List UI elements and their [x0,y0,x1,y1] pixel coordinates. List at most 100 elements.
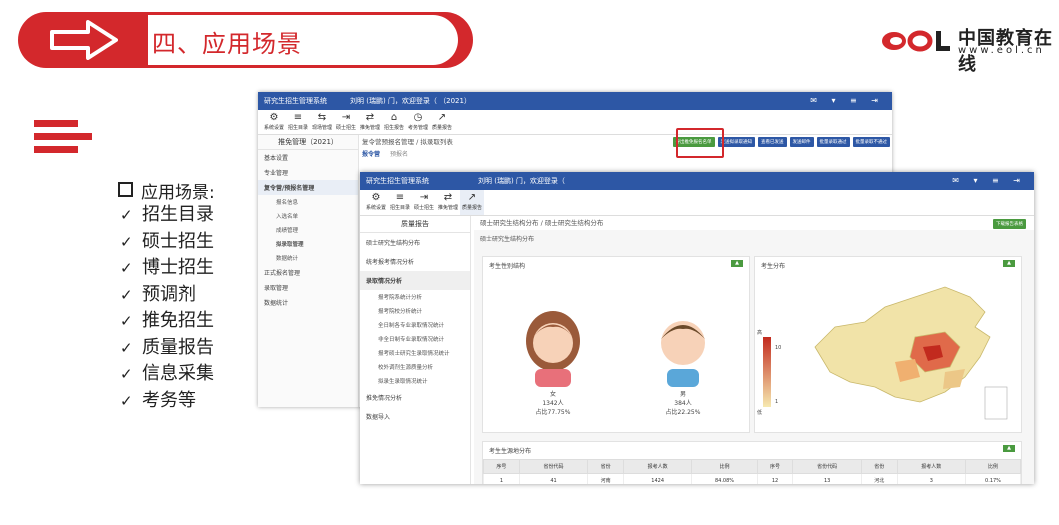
download-icon[interactable]: ▲ [731,260,743,267]
topbar-icons[interactable]: ✉ ▾ ≡ ⇥ [952,172,1026,190]
female-ratio: 占比77.75% [535,409,571,416]
download-icon[interactable]: ▲ [1003,260,1015,267]
china-map [814,286,1008,420]
sidebar-item[interactable]: 复令营/预报名管理 [258,180,358,195]
sidebar-item[interactable]: 基本设置 [258,150,358,165]
sidebar-subitem[interactable]: 非全日制专业录取情况统计 [360,332,470,346]
toolbar: ⚙ 系统设置 ≡ 招生目录 ⇆ 现场管理 ⇥ 硕士招生 ⇄ 推免管理 ⌂ 招生报告 ◷ 考务管… [258,110,892,135]
app-topbar: 研究生招生管理系统 刘明 (瑞鹏) 门，欢迎登录（ （2021） ✉ ▾ ≡ ⇥ [258,92,892,110]
toolbar-item[interactable]: ⇥ 硕士招生 [334,110,358,134]
legend-high: 高 [757,330,763,336]
send-email-button[interactable]: 发送邮件 [789,137,814,147]
sidebar-subitem[interactable]: 入选名单 [258,209,358,223]
main-content: 硕士研究生结构分布 / 硕士研究生结构分布 下载报告表格 硕士研究生结构分布 考… [474,216,1034,484]
sidebar-item[interactable]: 统考报考情况分析 [360,252,470,271]
list-item: ✓ 推免招生 [120,308,214,335]
check-icon: ✓ [120,285,133,304]
sidebar-item[interactable]: 数据统计 [258,295,358,310]
male-label: 男 [679,391,686,398]
check-icon: ✓ [120,312,133,330]
list-item: ✓ 考务等 [120,388,214,415]
sidebar-item[interactable]: 正式报名管理 [258,265,358,280]
view-sent-button[interactable]: 查看已发送 [758,137,787,147]
sidebar-subitem[interactable]: 拟录生录取情况统计 [360,374,470,388]
tab-pre[interactable]: 预报名 [390,149,408,161]
sidebar-item[interactable]: 录取管理 [258,280,358,295]
table-row: 1 41 河南 1424 84.08% 12 13 河北 3 0.17% [483,473,1022,484]
toolbar-item[interactable]: ⌂ 招生报告 [382,110,406,134]
girl-avatar-icon [526,311,580,387]
toolbar-item[interactable]: ⇆ 现场管理 [310,110,334,134]
legend-low: 1 [775,399,779,405]
tab-camp[interactable]: 报令营 [362,149,380,161]
scene-heading: 应用场景: [118,178,215,203]
main-content: 复令营预报名管理 / 拟录取列表 报令营 预报名 导出推免报名名单 发送拟录取通… [362,135,892,161]
table-header-row: 序号 省份代码 省份 报考人数 比例 序号 省份代码 省份 报考人数 比例 [483,459,1022,474]
table-title: 考生生源地分布 [489,448,532,455]
origin-table-panel: 考生生源地分布 ▲ 序号 省份代码 省份 报考人数 比例 序号 省份代码 省份 … [482,441,1022,484]
toolbar-item[interactable]: ↗ 质量报告 [430,110,454,134]
check-icon: ✓ [120,232,133,251]
toolbar-item[interactable]: ⇥ 硕士招生 [412,190,436,215]
app-title: 研究生招生管理系统 [366,177,429,185]
highlight-box [676,128,724,158]
eol-logo-icon [882,30,950,52]
list-item: ✓ 硕士招生 [120,229,214,256]
list-item: ✓ 博士招生 [120,255,214,282]
legend-mid: 10 [775,345,782,351]
sidebar-subitem[interactable]: 数据统计 [258,251,358,265]
tab-bar: 报令营 预报名 [362,149,892,161]
legend-low-label: 低 [757,410,763,416]
section-title: 硕士研究生结构分布 [480,236,535,243]
user-greeting: 刘明 (瑞鹏) 门，欢迎登录（ （2021） [350,97,471,105]
topbar-icons[interactable]: ✉ ▾ ≡ ⇥ [810,92,884,110]
sidebar-item[interactable]: 专业管理 [258,165,358,180]
list-item: ✓ 信息采集 [120,361,214,388]
sidebar-subitem[interactable]: 校外调剂生源质量分析 [360,360,470,374]
region-panel-title: 考生分布 [761,263,786,270]
sidebar-subitem[interactable]: 全日制各专业录取情况统计 [360,318,470,332]
arrow-right-icon [50,20,118,60]
toolbar-item[interactable]: ↗ 质量报告 [460,190,484,215]
female-count: 1342人 [542,400,564,407]
app-title: 研究生招生管理系统 [264,97,327,105]
sidebar-subitem[interactable]: 报考院系统计分析 [360,290,470,304]
toolbar-item[interactable]: ◷ 考务管理 [406,110,430,134]
sidebar-item[interactable]: 推免情况分析 [360,388,470,407]
male-ratio: 占比22.25% [665,409,701,416]
app-topbar: 研究生招生管理系统 刘明 (瑞鹏) 门，欢迎登录（ ✉ ▾ ≡ ⇥ [360,172,1034,190]
batch-accept-button[interactable]: 批量录取通过 [816,137,850,147]
sidebar-header: 推免管理（2021） [258,135,358,150]
screenshot-quality-report: 研究生招生管理系统 刘明 (瑞鹏) 门，欢迎登录（ ✉ ▾ ≡ ⇥ ⚙ 系统设置 … [360,172,1034,484]
page-title: 四、应用场景 [152,30,302,58]
check-icon: ✓ [120,365,133,383]
check-icon: ✓ [120,338,133,357]
sidebar-subitem[interactable]: 报考硕士研究生录取情况统计 [360,346,470,360]
toolbar-item[interactable]: ⇄ 推免管理 [358,110,382,134]
square-bullet-icon [118,182,133,197]
breadcrumb: 硕士研究生结构分布 / 硕士研究生结构分布 [474,216,1034,230]
toolbar-item[interactable]: ≡ 招生目录 [286,110,310,134]
list-item: ✓ 预调剂 [120,282,214,309]
origin-table: 序号 省份代码 省份 报考人数 比例 序号 省份代码 省份 报考人数 比例 1 … [483,459,1022,484]
boy-avatar-icon [661,321,705,387]
logo-url: www.eol.cn [958,45,1045,56]
sidebar-subitem[interactable]: 拟录取管理 [258,237,358,251]
toolbar-item[interactable]: ≡ 招生目录 [388,190,412,215]
sidebar-subitem[interactable]: 报考院校分析统计 [360,304,470,318]
sidebar-item[interactable]: 硕士研究生结构分布 [360,233,470,252]
download-icon[interactable]: ▲ [1003,445,1015,452]
batch-reject-button[interactable]: 批量录取不通过 [852,137,890,147]
sidebar: 质量报告 硕士研究生结构分布 统考报考情况分析 录取情况分析 报考院系统计分析 … [360,216,471,484]
region-panel: 考生分布 ▲ 高 10 1 低 [754,256,1022,433]
toolbar-item[interactable]: ⚙ 系统设置 [364,190,388,215]
sidebar-item[interactable]: 录取情况分析 [360,271,470,290]
toolbar-item[interactable]: ⇄ 推免管理 [436,190,460,215]
male-count: 384人 [674,400,692,407]
gender-panel: 考生性别结构 ▲ 女 1342人 占比77.75% 男 384人 占比22.25… [482,256,750,433]
export-report-button[interactable]: 下载报告表格 [993,219,1026,229]
sidebar-subitem[interactable]: 成绩管理 [258,223,358,237]
toolbar-item[interactable]: ⚙ 系统设置 [262,110,286,134]
sidebar-item[interactable]: 数据导入 [360,407,470,426]
sidebar-subitem[interactable]: 报名信息 [258,195,358,209]
